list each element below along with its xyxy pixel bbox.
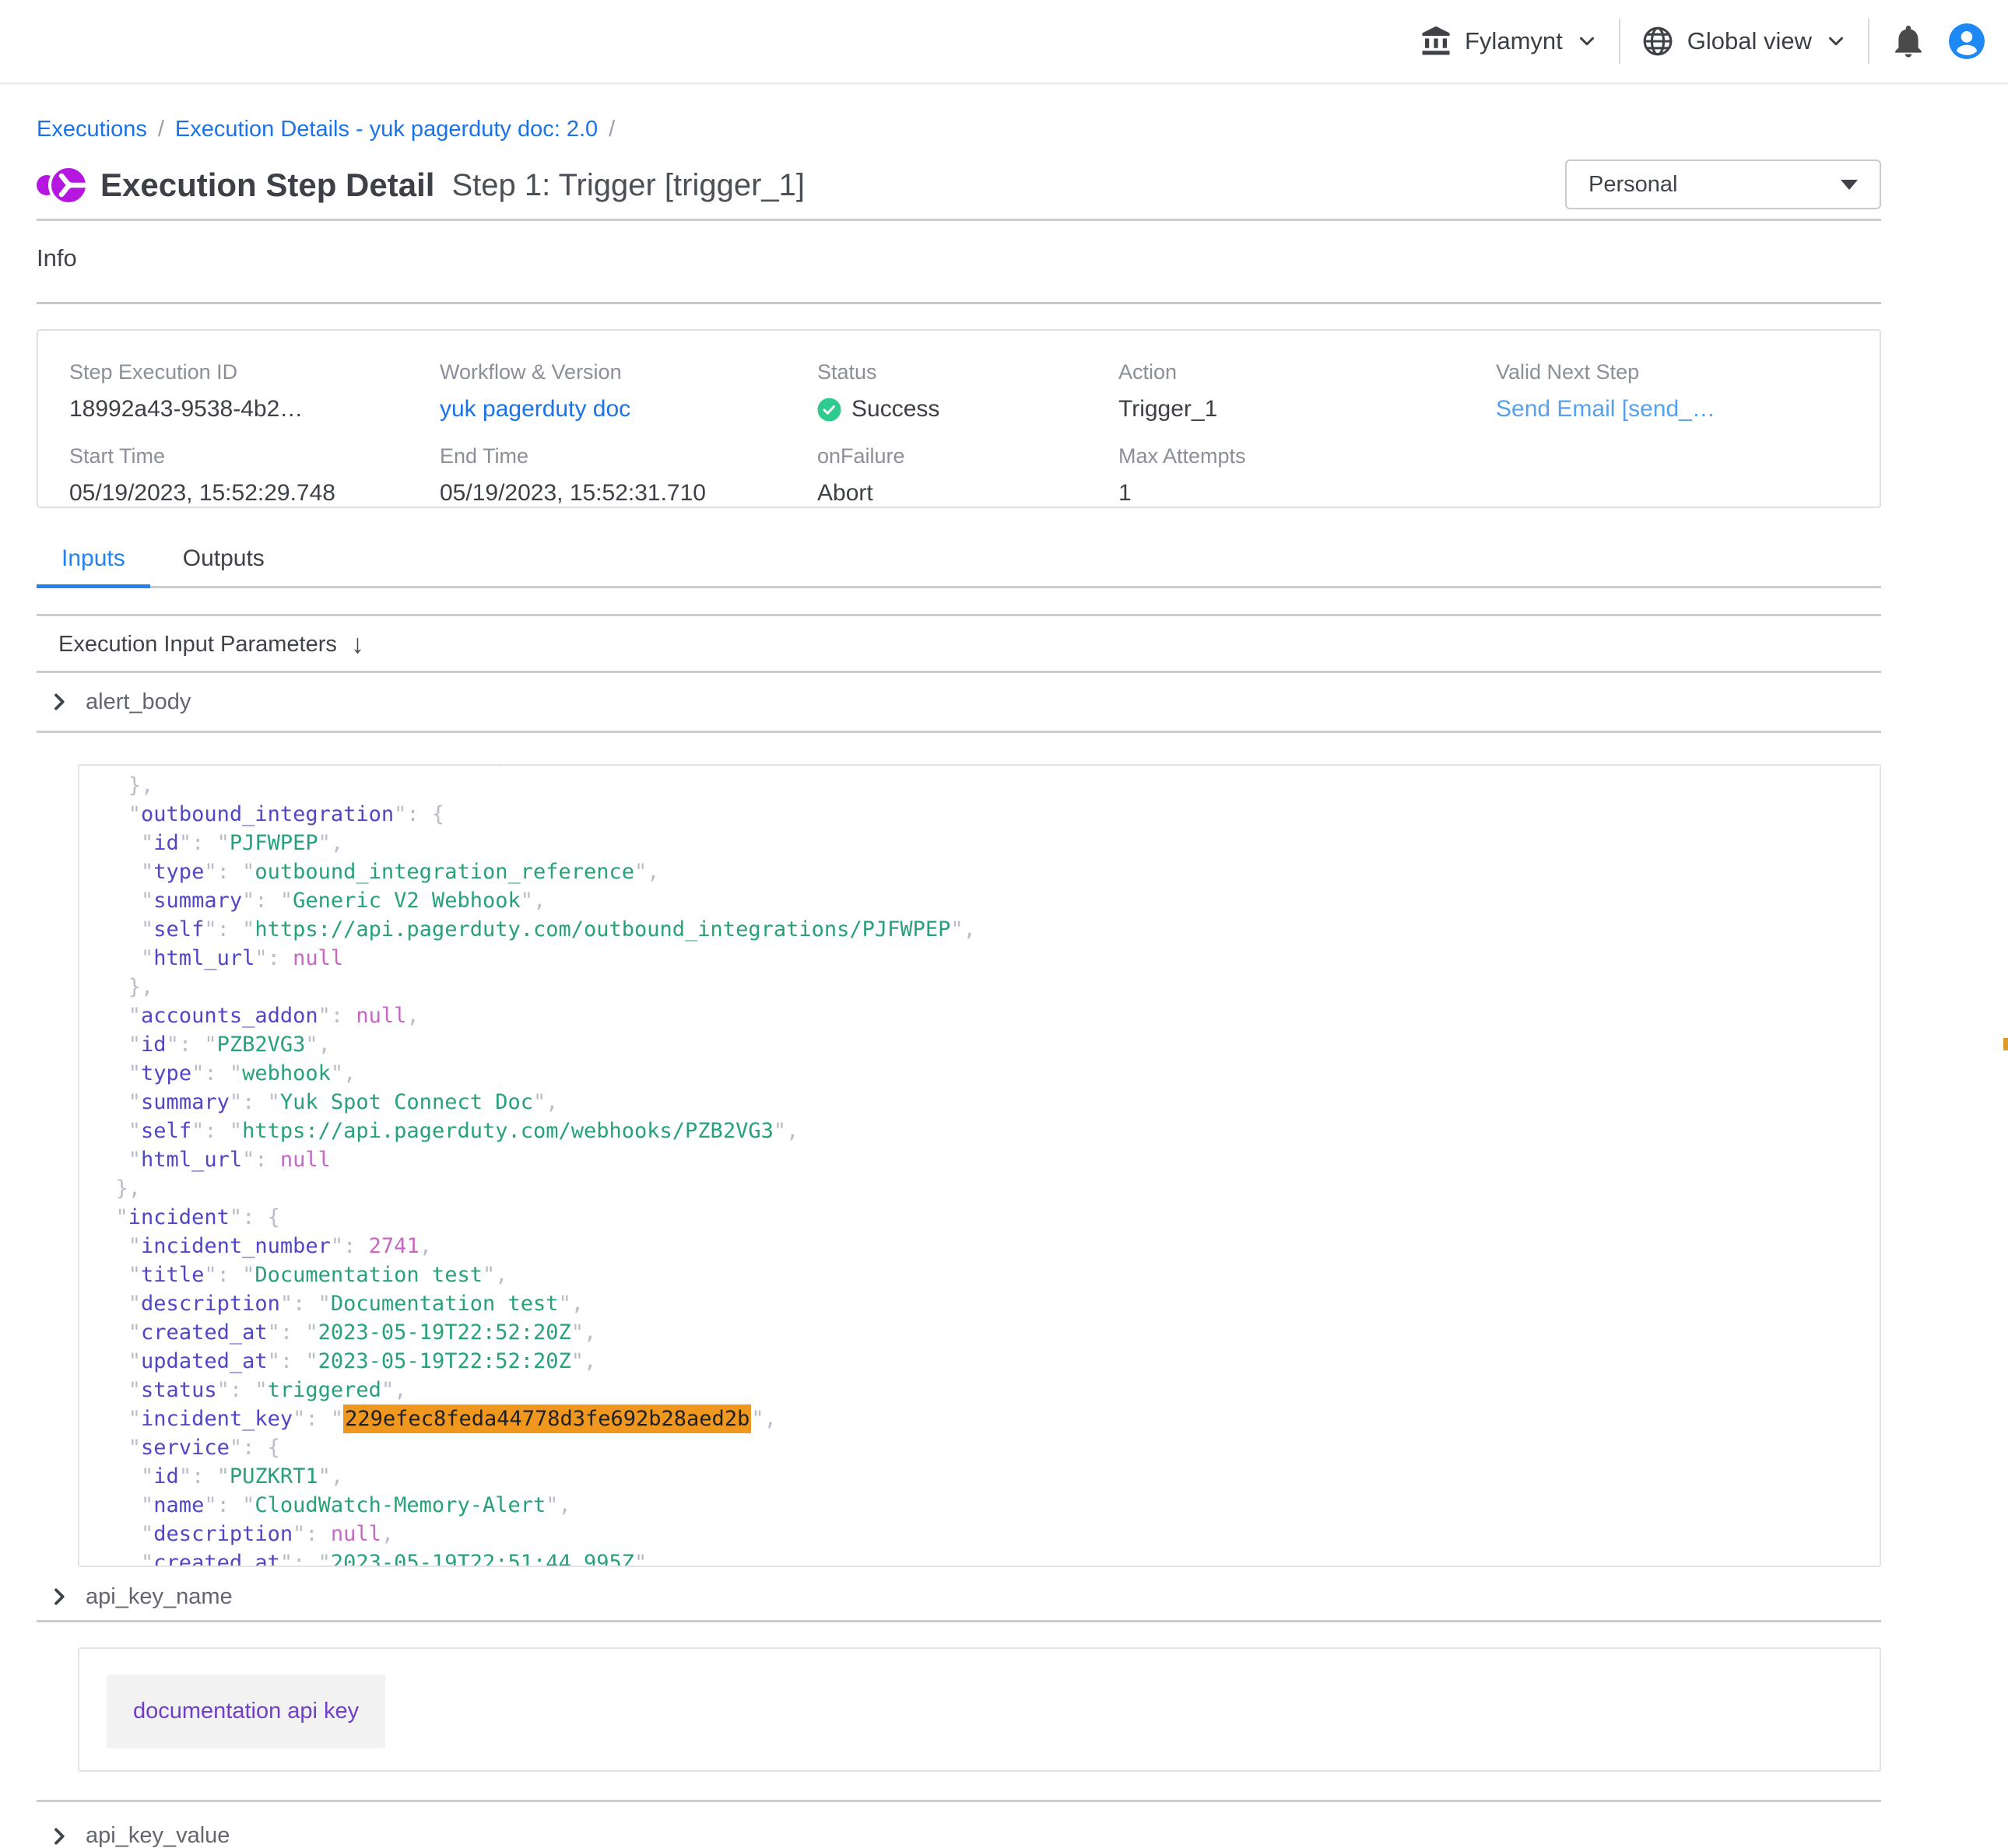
institution-icon	[1420, 25, 1452, 58]
notifications-bell-icon[interactable]	[1890, 23, 1927, 60]
breadcrumb-execution-details[interactable]: Execution Details - yuk pagerduty doc: 2…	[175, 117, 598, 142]
scope-select-value: Personal	[1588, 172, 1677, 198]
workflow-link[interactable]: yuk pagerduty doc	[440, 396, 817, 423]
chevron-right-icon	[47, 1584, 72, 1609]
param-label: api_key_value	[86, 1823, 230, 1848]
tab-outputs[interactable]: Outputs	[158, 545, 290, 588]
view-switcher[interactable]: Global view	[1641, 24, 1848, 58]
execution-input-parameters-label: Execution Input Parameters	[58, 632, 337, 657]
header-divider	[1868, 19, 1869, 64]
header-divider	[1619, 19, 1620, 64]
top-bar: Fylamynt Global view	[0, 0, 2008, 84]
execution-input-parameters-header: Execution Input Parameters ↓	[37, 624, 1881, 665]
divider	[37, 1620, 1881, 1622]
info-card: Step Execution ID 18992a43-9538-4b2… Wor…	[37, 329, 1881, 508]
field-max-attempts: Max Attempts 1	[1118, 444, 1496, 510]
scrollbar-find-marker	[2003, 1038, 2008, 1050]
field-action: Action Trigger_1	[1118, 360, 1496, 426]
divider	[37, 614, 1881, 616]
tab-inputs[interactable]: Inputs	[37, 545, 150, 588]
org-switcher[interactable]: Fylamynt	[1420, 25, 1599, 58]
scope-select[interactable]: Personal	[1565, 160, 1881, 209]
divider	[37, 302, 1881, 304]
page-subtitle: Step 1: Trigger [trigger_1]	[451, 168, 805, 203]
divider	[37, 219, 1881, 221]
breadcrumb-executions[interactable]: Executions	[37, 117, 147, 142]
divider	[37, 731, 1881, 733]
field-status: Status Success	[817, 360, 1118, 426]
param-row-alert-body[interactable]: alert_body	[37, 673, 1881, 731]
breadcrumb-separator: /	[609, 117, 615, 142]
json-viewer[interactable]: "2023-05-19T22:52:20Z", }, "outbound_int…	[78, 764, 1881, 1567]
param-label: api_key_name	[86, 1584, 233, 1610]
user-avatar[interactable]	[1947, 22, 1986, 61]
field-end-time: End Time 05/19/2023, 15:52:31.710	[440, 444, 817, 510]
success-check-icon	[817, 398, 841, 422]
chevron-down-icon	[1824, 30, 1848, 53]
chevron-right-icon	[47, 1824, 72, 1848]
field-step-execution-id: Step Execution ID 18992a43-9538-4b2…	[69, 360, 440, 426]
download-arrow-icon[interactable]: ↓	[351, 631, 364, 657]
caret-down-icon	[1841, 180, 1858, 190]
page-title: Execution Step Detail	[100, 167, 434, 204]
divider	[37, 1800, 1881, 1802]
breadcrumb-separator: /	[158, 117, 164, 142]
breadcrumb: Executions / Execution Details - yuk pag…	[37, 117, 1881, 142]
chevron-down-icon	[1575, 30, 1599, 53]
api-key-name-chip: documentation api key	[107, 1674, 385, 1748]
info-heading: Info	[37, 243, 1881, 274]
view-label: Global view	[1687, 27, 1812, 55]
json-code: "2023-05-19T22:52:20Z", }, "outbound_int…	[79, 764, 1880, 1567]
next-step-link[interactable]: Send Email [send_…	[1496, 396, 1880, 423]
api-key-name-value-box: documentation api key	[78, 1647, 1881, 1772]
field-onfailure: onFailure Abort	[817, 444, 1118, 510]
status-badge: Success	[851, 396, 939, 423]
param-row-api-key-value[interactable]: api_key_value	[37, 1815, 1881, 1848]
field-workflow-version: Workflow & Version yuk pagerduty doc	[440, 360, 817, 426]
field-start-time: Start Time 05/19/2023, 15:52:29.748	[69, 444, 440, 510]
tab-strip: Inputs Outputs	[37, 545, 1881, 588]
field-valid-next-step: Valid Next Step Send Email [send_…	[1496, 360, 1880, 426]
param-label: alert_body	[86, 689, 191, 715]
title-row: Execution Step Detail Step 1: Trigger [t…	[37, 160, 1881, 211]
org-label: Fylamynt	[1465, 27, 1563, 55]
param-row-api-key-name[interactable]: api_key_name	[37, 1580, 1881, 1614]
workflow-step-logo-icon	[37, 160, 88, 211]
globe-icon	[1641, 24, 1675, 58]
chevron-right-icon	[47, 689, 72, 714]
